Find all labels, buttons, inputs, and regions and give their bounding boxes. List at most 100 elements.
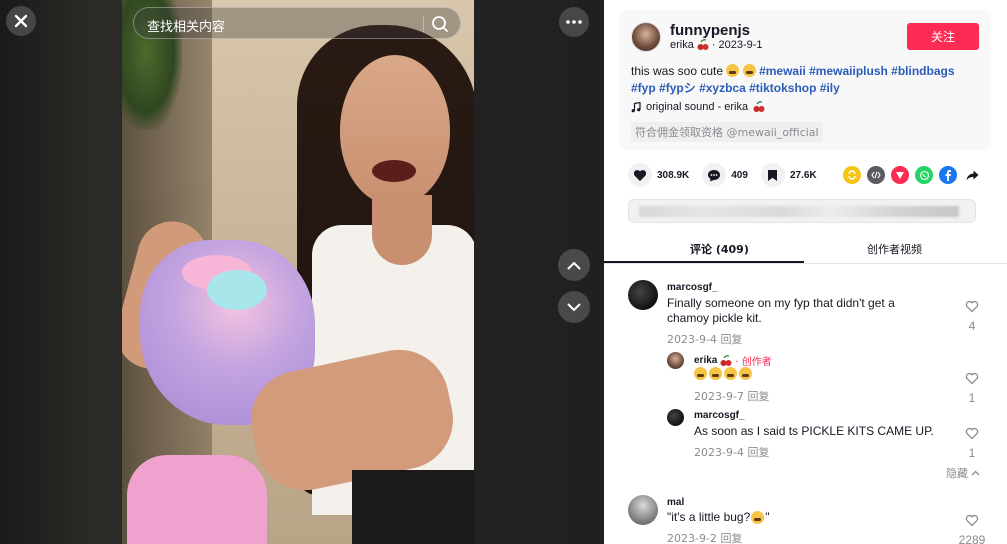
music-note-icon: [631, 101, 641, 112]
reply-button[interactable]: 回复: [720, 532, 742, 544]
repost-icon[interactable]: [843, 166, 861, 184]
reply-meta: 2023-9-4 回复: [694, 444, 769, 460]
reply-like-button[interactable]: 1: [957, 427, 987, 460]
thinking-face-icon: [751, 511, 765, 524]
previous-video-button[interactable]: [558, 249, 590, 281]
hashtag-link[interactable]: #fyp: [631, 81, 656, 95]
cherry-icon: [753, 101, 765, 112]
commenter-avatar[interactable]: [628, 495, 658, 525]
author-meta: erika · 2023-9-1: [670, 39, 763, 51]
close-button[interactable]: [6, 6, 36, 36]
send-glyph: [896, 172, 904, 179]
search-bar[interactable]: 查找相关内容: [133, 7, 461, 39]
cherry-icon: [720, 354, 732, 366]
music-link[interactable]: original sound - erika: [631, 101, 765, 113]
reply-button[interactable]: 回复: [747, 446, 769, 459]
more-options-button[interactable]: [559, 7, 589, 37]
video-dark-bottom: [352, 470, 474, 544]
embed-icon[interactable]: [867, 166, 885, 184]
replier-name[interactable]: erika: [694, 355, 717, 366]
search-input[interactable]: 查找相关内容: [147, 16, 225, 35]
meta-separator: ·: [711, 39, 716, 51]
heart-outline-icon: [965, 372, 979, 385]
hide-replies-button[interactable]: 隐藏: [946, 465, 980, 481]
embed-glyph: [871, 171, 881, 179]
follow-button[interactable]: 关注: [907, 23, 979, 50]
video-mouth: [372, 160, 416, 182]
comment-date: 2023-9-4: [667, 333, 717, 346]
heart-outline-icon: [965, 514, 979, 527]
comment-meta: 2023-9-4 回复: [667, 331, 742, 347]
like-circle: [628, 163, 652, 187]
comment-tabs: 评论 (409) 创作者视频: [604, 235, 1007, 264]
copy-link-field[interactable]: [628, 199, 976, 223]
crying-face-icon: [724, 367, 737, 380]
tiktok-video-detail: 查找相关内容 funnypenjs erika · 2023-9-1 关注 th…: [0, 0, 1007, 544]
replier-name[interactable]: marcosgf_: [694, 410, 745, 421]
next-video-button[interactable]: [558, 291, 590, 323]
comment-like-button[interactable]: 4: [957, 300, 987, 333]
comment-date: 2023-9-2: [667, 532, 717, 544]
bookmark-icon: [768, 169, 778, 181]
reply-meta: 2023-9-7 回复: [694, 388, 769, 404]
comment-text: Finally someone on my fyp that didn't ge…: [667, 296, 895, 325]
hashtag-link[interactable]: #blindbags: [891, 64, 954, 78]
post-text: this was soo cute: [631, 64, 724, 78]
chevron-down-icon: [567, 303, 581, 311]
hashtag-link[interactable]: #mewaii: [759, 64, 806, 78]
send-icon[interactable]: [891, 166, 909, 184]
commission-badge[interactable]: 符合佣金领取资格 @mewaii_official: [631, 122, 823, 142]
reply-button[interactable]: 回复: [720, 333, 742, 346]
active-tab-indicator: [604, 261, 804, 263]
details-panel: funnypenjs erika · 2023-9-1 关注 this was …: [604, 0, 1007, 544]
crying-face-icon: [739, 367, 752, 380]
video-player[interactable]: [122, 0, 474, 544]
chevron-up-icon: [971, 470, 980, 476]
reply-date: 2023-9-4: [694, 446, 744, 459]
close-icon: [14, 14, 28, 28]
comment-text-end: ": [765, 510, 770, 524]
comment-like-count: 2289: [958, 533, 986, 544]
reply-button[interactable]: 回复: [747, 390, 769, 403]
replier-avatar[interactable]: [667, 409, 684, 426]
more-dots-icon: [566, 20, 582, 24]
share-options: [843, 166, 981, 184]
tab-comments[interactable]: 评论 (409): [690, 241, 749, 257]
cherry-icon: [697, 39, 709, 50]
post-date: 2023-9-1: [718, 39, 763, 51]
hashtag-link[interactable]: #tiktokshop: [749, 81, 816, 95]
author-avatar[interactable]: [631, 22, 661, 52]
crying-face-icon: [726, 64, 740, 77]
hashtag-link[interactable]: #xyzbca: [699, 81, 746, 95]
comment-circle: [702, 163, 727, 187]
commenter-avatar[interactable]: [628, 280, 658, 310]
comment-like-count: 4: [968, 319, 976, 333]
video-neck: [372, 195, 432, 265]
chevron-up-icon: [567, 261, 581, 269]
like-button[interactable]: 308.9K: [628, 163, 689, 187]
hide-replies-label: 隐藏: [946, 467, 968, 480]
reply-emojis: [694, 367, 752, 380]
hashtag-link[interactable]: #ily: [820, 81, 840, 95]
author-username[interactable]: funnypenjs: [670, 22, 750, 39]
commenter-name[interactable]: mal: [667, 497, 684, 508]
hashtag-link[interactable]: #fypシ: [659, 81, 696, 95]
comment-text-row: "it's a little bug? ": [667, 510, 770, 525]
comment-like-button[interactable]: 2289: [952, 514, 992, 544]
like-count: 308.9K: [657, 169, 690, 181]
search-icon[interactable]: [430, 14, 450, 34]
facebook-icon[interactable]: [939, 166, 957, 184]
save-button[interactable]: 27.6K: [760, 163, 817, 187]
comment-bubble-icon: [708, 169, 721, 181]
reply-like-button[interactable]: 1: [957, 372, 987, 405]
share-arrow-icon[interactable]: [963, 166, 981, 184]
post-info-card: funnypenjs erika · 2023-9-1 关注 this was …: [619, 10, 991, 150]
comment-text: "it's a little bug?: [667, 510, 751, 524]
comment-button[interactable]: 409: [702, 163, 748, 187]
heart-icon: [633, 169, 647, 181]
replier-avatar[interactable]: [667, 352, 684, 369]
whatsapp-icon[interactable]: [915, 166, 933, 184]
tab-creator-videos[interactable]: 创作者视频: [867, 241, 922, 257]
commenter-name[interactable]: marcosgf_: [667, 282, 718, 293]
hashtag-link[interactable]: #mewaiiplush: [809, 64, 888, 78]
